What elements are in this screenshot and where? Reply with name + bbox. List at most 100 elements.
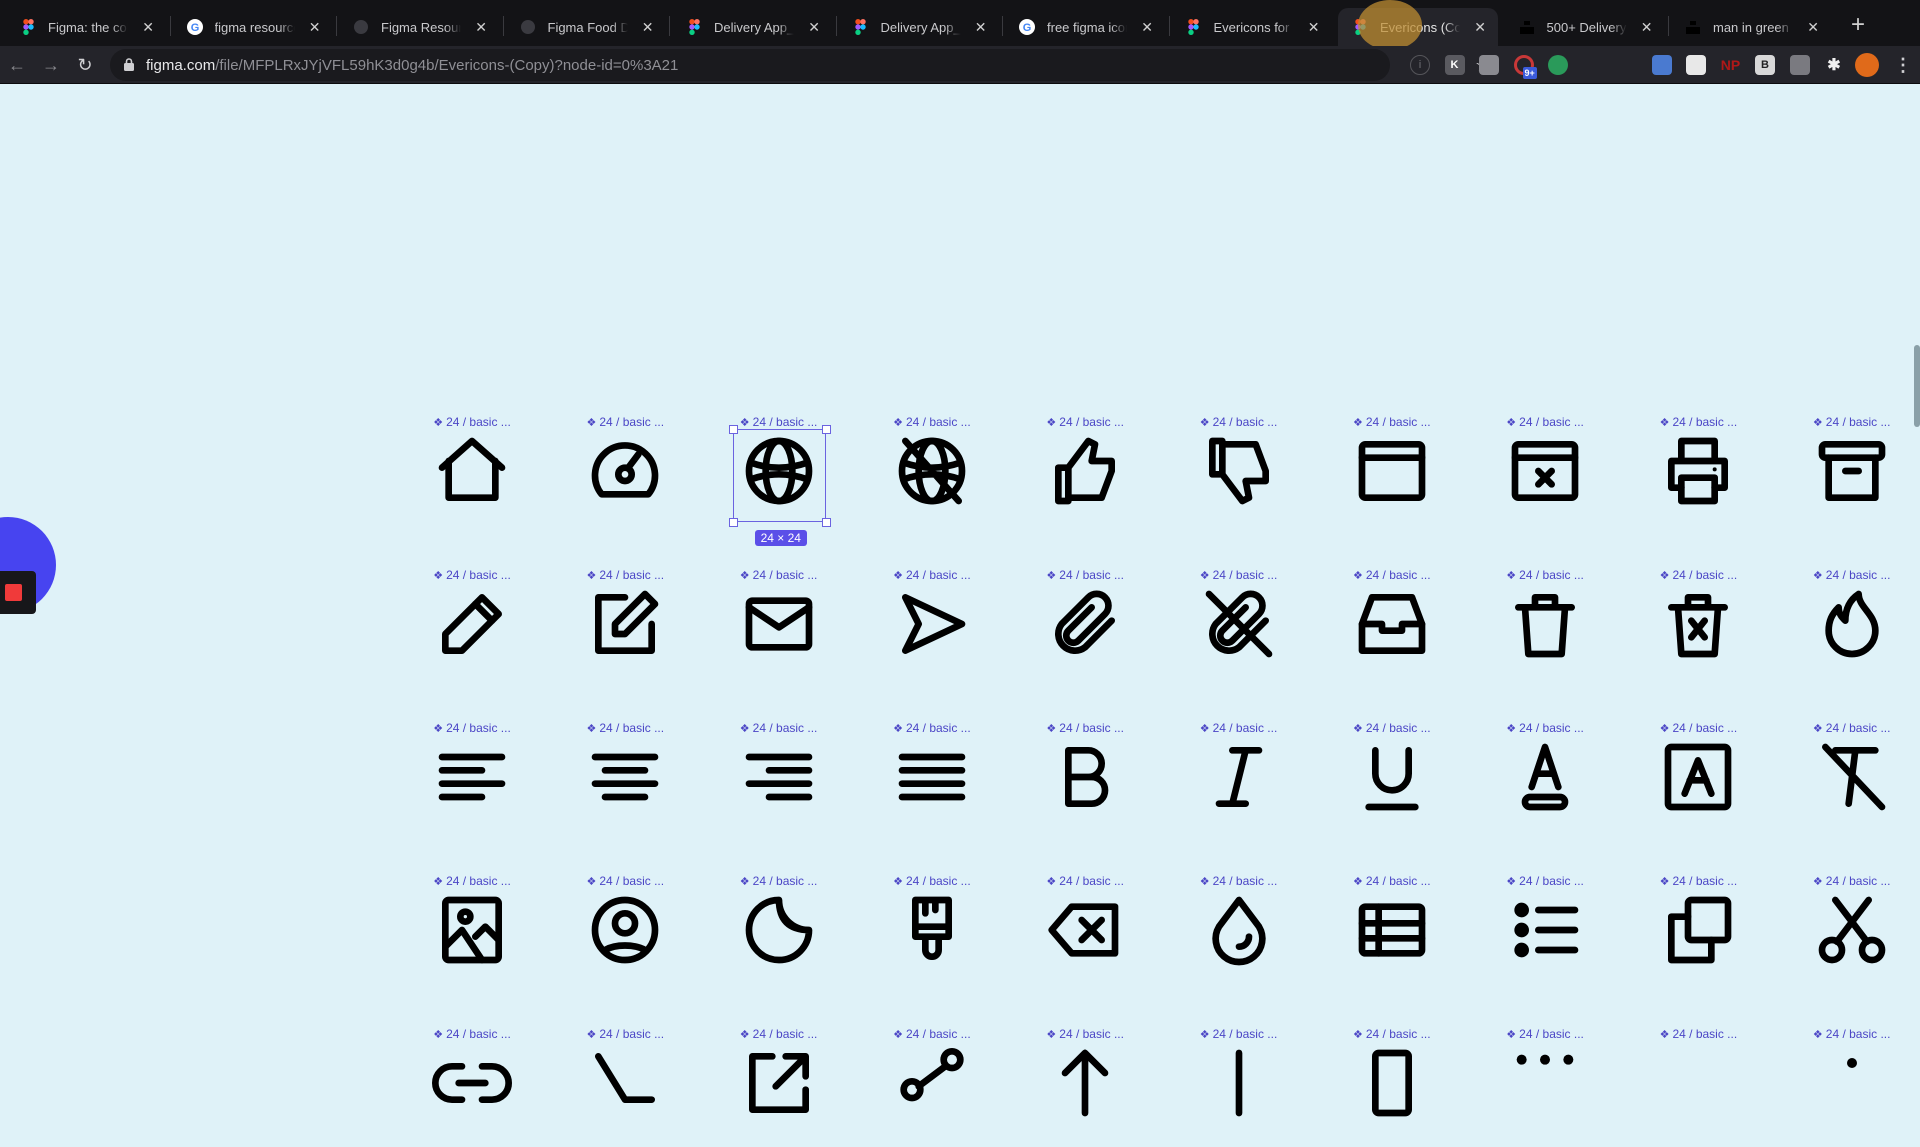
back-button[interactable]: ← (4, 52, 30, 78)
component-label[interactable]: ❖ 24 / basic ... (729, 568, 829, 582)
component-label[interactable]: ❖ 24 / basic ... (422, 1027, 522, 1041)
b-extension-icon[interactable]: B (1755, 55, 1775, 75)
puzzle-green-extension-icon[interactable] (1548, 55, 1568, 75)
component-label[interactable]: ❖ 24 / basic ... (1035, 568, 1135, 582)
icon-component[interactable]: ❖ 24 / basic ... (575, 415, 675, 535)
profile-avatar[interactable] (1855, 53, 1879, 77)
icon-component[interactable]: ❖ 24 / basic ... (1802, 721, 1902, 841)
icon-component[interactable]: ❖ 24 / basic ... (422, 1027, 522, 1147)
icon-component[interactable]: ❖ 24 / basic ... (882, 721, 982, 841)
icon-component[interactable]: ❖ 24 / basic ... (422, 415, 522, 535)
close-tab-icon[interactable]: ✕ (475, 19, 487, 36)
close-tab-icon[interactable]: ✕ (1308, 19, 1320, 36)
component-label[interactable]: ❖ 24 / basic ... (1802, 1027, 1902, 1041)
icon-component[interactable]: ❖ 24 / basic ... (1342, 1027, 1442, 1147)
component-label[interactable]: ❖ 24 / basic ... (1495, 721, 1595, 735)
rocket-extension-icon[interactable] (1583, 55, 1603, 75)
icon-component[interactable]: ❖ 24 / basic ... (575, 874, 675, 994)
component-label[interactable]: ❖ 24 / basic ... (422, 415, 522, 429)
icon-component[interactable]: ❖ 24 / basic ... (422, 721, 522, 841)
icon-component[interactable]: ❖ 24 / basic ... (1189, 1027, 1289, 1147)
component-label[interactable]: ❖ 24 / basic ... (1342, 721, 1442, 735)
component-label[interactable]: ❖ 24 / basic ... (729, 1027, 829, 1041)
icon-component[interactable]: ❖ 24 / basic ... (1035, 874, 1135, 994)
extensions-puzzle-icon[interactable]: ✱ (1824, 55, 1844, 75)
icon-component[interactable]: ❖ 24 / basic ... (1035, 568, 1135, 688)
close-tab-icon[interactable]: ✕ (808, 19, 820, 36)
spy-extension-icon[interactable] (1617, 55, 1637, 75)
component-label[interactable]: ❖ 24 / basic ... (1342, 874, 1442, 888)
component-label[interactable]: ❖ 24 / basic ... (1802, 874, 1902, 888)
new-tab-button[interactable]: + (1846, 10, 1870, 40)
record-button[interactable] (0, 571, 36, 614)
icon-component[interactable]: ❖ 24 / basic ... (1495, 721, 1595, 841)
icon-component[interactable]: ❖ 24 / basic ... (1495, 1027, 1595, 1147)
icon-component[interactable]: ❖ 24 / basic ... (1342, 874, 1442, 994)
icon-component[interactable]: ❖ 24 / basic ... (422, 874, 522, 994)
close-tab-icon[interactable]: ✕ (642, 19, 654, 36)
figma-canvas[interactable]: ❖ 24 / basic ... ❖ 24 / basic ... ❖ 24 / basi… (0, 85, 1920, 1117)
component-label[interactable]: ❖ 24 / basic ... (1495, 874, 1595, 888)
component-label[interactable]: ❖ 24 / basic ... (882, 721, 982, 735)
component-label[interactable]: ❖ 24 / basic ... (1495, 415, 1595, 429)
icon-component[interactable]: ❖ 24 / basic ... (1802, 1027, 1902, 1147)
browser-tab[interactable]: Figma Resources ✕ (339, 8, 499, 46)
icon-component[interactable]: ❖ 24 / basic ... (1495, 568, 1595, 688)
component-label[interactable]: ❖ 24 / basic ... (1802, 721, 1902, 735)
icon-component[interactable]: ❖ 24 / basic ... (1495, 874, 1595, 994)
component-label[interactable]: ❖ 24 / basic ... (1495, 568, 1595, 582)
icon-component[interactable]: ❖ 24 / basic ... (882, 1027, 982, 1147)
reload-button[interactable]: ↻ (72, 52, 98, 78)
signal-extension-icon[interactable]: 9+ (1513, 55, 1537, 79)
icon-component[interactable]: ❖ 24 / basic ... (729, 874, 829, 994)
close-tab-icon[interactable]: ✕ (309, 19, 321, 36)
component-label[interactable]: ❖ 24 / basic ... (575, 721, 675, 735)
browser-tab[interactable]: Delivery App_UI ✕ (839, 8, 999, 46)
browser-tab[interactable]: 500+ Delivery Pictures ✕ (1505, 8, 1665, 46)
address-bar[interactable]: figma.com/file/MFPLRxJYjVFL59hK3d0g4b/Ev… (110, 49, 1491, 81)
component-label[interactable]: ❖ 24 / basic ... (422, 568, 522, 582)
info-extension-icon[interactable]: i (1410, 55, 1430, 75)
resize-handle[interactable] (728, 425, 738, 434)
icon-component[interactable]: ❖ 24 / basic ... (882, 415, 982, 535)
icon-component[interactable]: ❖ 24 / basic ... (882, 874, 982, 994)
icon-component[interactable]: ❖ 24 / basic ... (1802, 568, 1902, 688)
component-label[interactable]: ❖ 24 / basic ... (1648, 874, 1748, 888)
component-label[interactable]: ❖ 24 / basic ... (882, 568, 982, 582)
icon-component[interactable]: ❖ 24 / basic ... (882, 568, 982, 688)
browser-tab[interactable]: Figma Food Delivery ✕ (506, 8, 666, 46)
component-label[interactable]: ❖ 24 / basic ... (1189, 1027, 1289, 1041)
icon-component[interactable]: ❖ 24 / basic ... (575, 721, 675, 841)
component-label[interactable]: ❖ 24 / basic ... (575, 568, 675, 582)
component-label[interactable]: ❖ 24 / basic ... (882, 1027, 982, 1041)
component-label[interactable]: ❖ 24 / basic ... (422, 721, 522, 735)
component-label[interactable]: ❖ 24 / basic ... (1189, 874, 1289, 888)
icon-component[interactable]: ❖ 24 / basic ... (1035, 415, 1135, 535)
browser-tab[interactable]: Gfree figma icons ✕ (1005, 8, 1165, 46)
browser-tab[interactable]: Figma: the collaborative interface desig… (6, 8, 166, 46)
icon-component[interactable]: ❖ 24 / basic ... (1648, 721, 1748, 841)
component-label[interactable]: ❖ 24 / basic ... (1802, 568, 1902, 582)
icon-component[interactable]: ❖ 24 / basic ... (1648, 1027, 1748, 1147)
component-label[interactable]: ❖ 24 / basic ... (1802, 415, 1902, 429)
component-label[interactable]: ❖ 24 / basic ... (729, 721, 829, 735)
icon-component[interactable]: ❖ 24 / basic ... (1648, 415, 1748, 535)
component-label[interactable]: ❖ 24 / basic ... (882, 415, 982, 429)
close-tab-icon[interactable]: ✕ (142, 19, 154, 36)
component-label[interactable]: ❖ 24 / basic ... (1035, 721, 1135, 735)
component-label[interactable]: ❖ 24 / basic ... (1342, 568, 1442, 582)
component-label[interactable]: ❖ 24 / basic ... (1648, 721, 1748, 735)
icon-component[interactable]: ❖ 24 / basic ... (729, 721, 829, 841)
component-label[interactable]: ❖ 24 / basic ... (422, 874, 522, 888)
browser-tab[interactable]: Evericons for Figma ✕ (1172, 8, 1332, 46)
icon-component[interactable]: ❖ 24 / basic ... (1189, 415, 1289, 535)
component-label[interactable]: ❖ 24 / basic ... (1342, 415, 1442, 429)
close-tab-icon[interactable]: ✕ (1807, 19, 1819, 36)
component-label[interactable]: ❖ 24 / basic ... (729, 874, 829, 888)
component-label[interactable]: ❖ 24 / basic ... (1189, 721, 1289, 735)
camera-extension-icon[interactable] (1789, 55, 1810, 75)
icon-component[interactable]: ❖ 24 / basic ... (1189, 568, 1289, 688)
icon-component[interactable]: ❖ 24 / basic ... (1035, 1027, 1135, 1147)
component-label[interactable]: ❖ 24 / basic ... (1189, 415, 1289, 429)
close-tab-icon[interactable]: ✕ (1474, 19, 1486, 36)
